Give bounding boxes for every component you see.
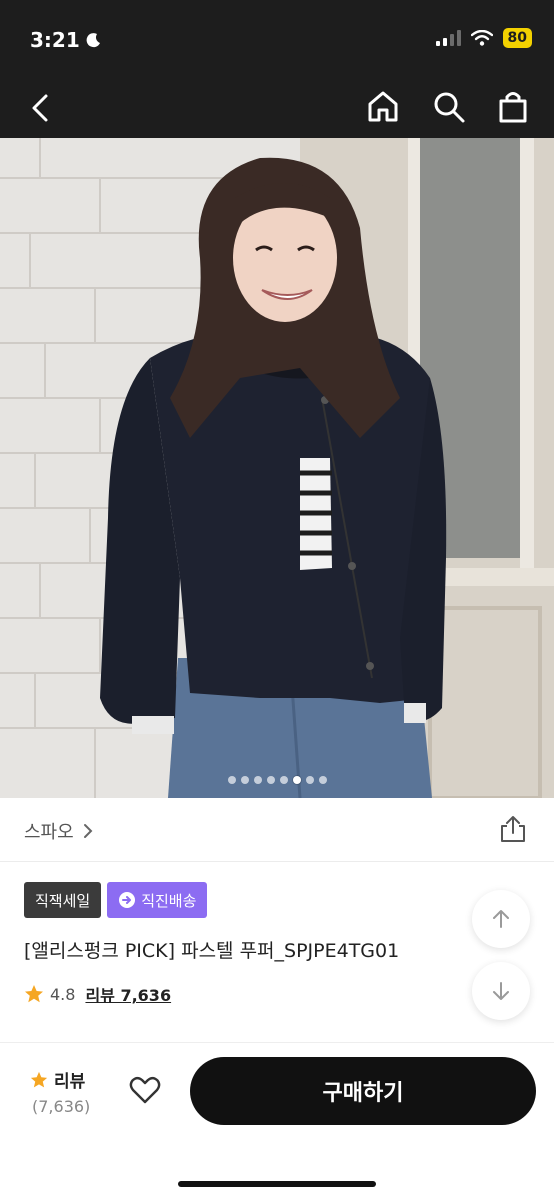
review-link[interactable]: 리뷰 7,636	[85, 982, 171, 1006]
brand-row: 스파오	[0, 798, 554, 862]
carousel-dot[interactable]	[305, 776, 314, 784]
rating-row: 4.8 리뷰 7,636	[24, 982, 171, 1006]
moon-icon	[86, 33, 100, 48]
bottom-review-button[interactable]: 리뷰	[30, 1067, 85, 1092]
carousel-dot[interactable]	[227, 776, 236, 784]
bottom-review-label: 리뷰	[54, 1072, 86, 1092]
bottom-review-count: (7,636)	[32, 1097, 91, 1116]
badge-list: 직잭세일 직진배송	[24, 882, 208, 918]
status-time: 3:21	[30, 28, 102, 52]
badge-sale: 직잭세일	[24, 882, 102, 918]
chevron-right-icon	[83, 824, 93, 838]
shopping-bag-icon[interactable]	[494, 88, 532, 126]
star-icon	[30, 1071, 48, 1087]
home-icon[interactable]	[364, 88, 402, 126]
carousel-dot[interactable]	[318, 776, 327, 784]
signal-icon	[435, 30, 461, 46]
status-time-text: 3:21	[30, 28, 80, 52]
back-arrow-icon[interactable]	[24, 90, 60, 126]
rating-value: 4.8	[50, 984, 76, 1004]
bottom-action-bar: 리뷰 (7,636) 구매하기	[0, 1042, 554, 1200]
product-photo-illustration	[0, 138, 554, 798]
scroll-up-button[interactable]	[472, 890, 530, 948]
carousel-dot[interactable]	[253, 776, 262, 784]
battery-indicator: 80	[502, 28, 532, 48]
brand-link[interactable]: 스파오	[24, 818, 94, 844]
carousel-dots	[0, 776, 554, 784]
carousel-dot[interactable]	[266, 776, 275, 784]
navigation-bar	[0, 78, 554, 138]
product-title: [앨리스펑크 PICK] 파스텔 푸퍼_SPJPE4TG01	[24, 940, 400, 962]
arrow-up-icon	[493, 910, 509, 928]
buy-button[interactable]: 구매하기	[190, 1057, 536, 1125]
search-icon[interactable]	[430, 88, 468, 126]
carousel-dot[interactable]	[292, 776, 301, 784]
product-image[interactable]	[0, 138, 554, 798]
wifi-icon	[470, 30, 493, 46]
badge-delivery-label: 직진배송	[141, 891, 197, 910]
carousel-dot[interactable]	[279, 776, 288, 784]
top-bar: 3:21 80	[0, 0, 554, 138]
arrow-down-icon	[493, 982, 509, 1000]
home-indicator	[178, 1181, 376, 1187]
scroll-down-button[interactable]	[472, 962, 530, 1020]
star-icon	[25, 985, 43, 1003]
status-indicators: 80	[435, 28, 532, 48]
badge-delivery: 직진배송	[107, 882, 208, 918]
carousel-dot[interactable]	[240, 776, 249, 784]
delivery-icon	[119, 892, 136, 908]
share-icon[interactable]	[498, 814, 528, 844]
brand-name: 스파오	[24, 822, 74, 843]
heart-icon[interactable]	[128, 1073, 162, 1107]
